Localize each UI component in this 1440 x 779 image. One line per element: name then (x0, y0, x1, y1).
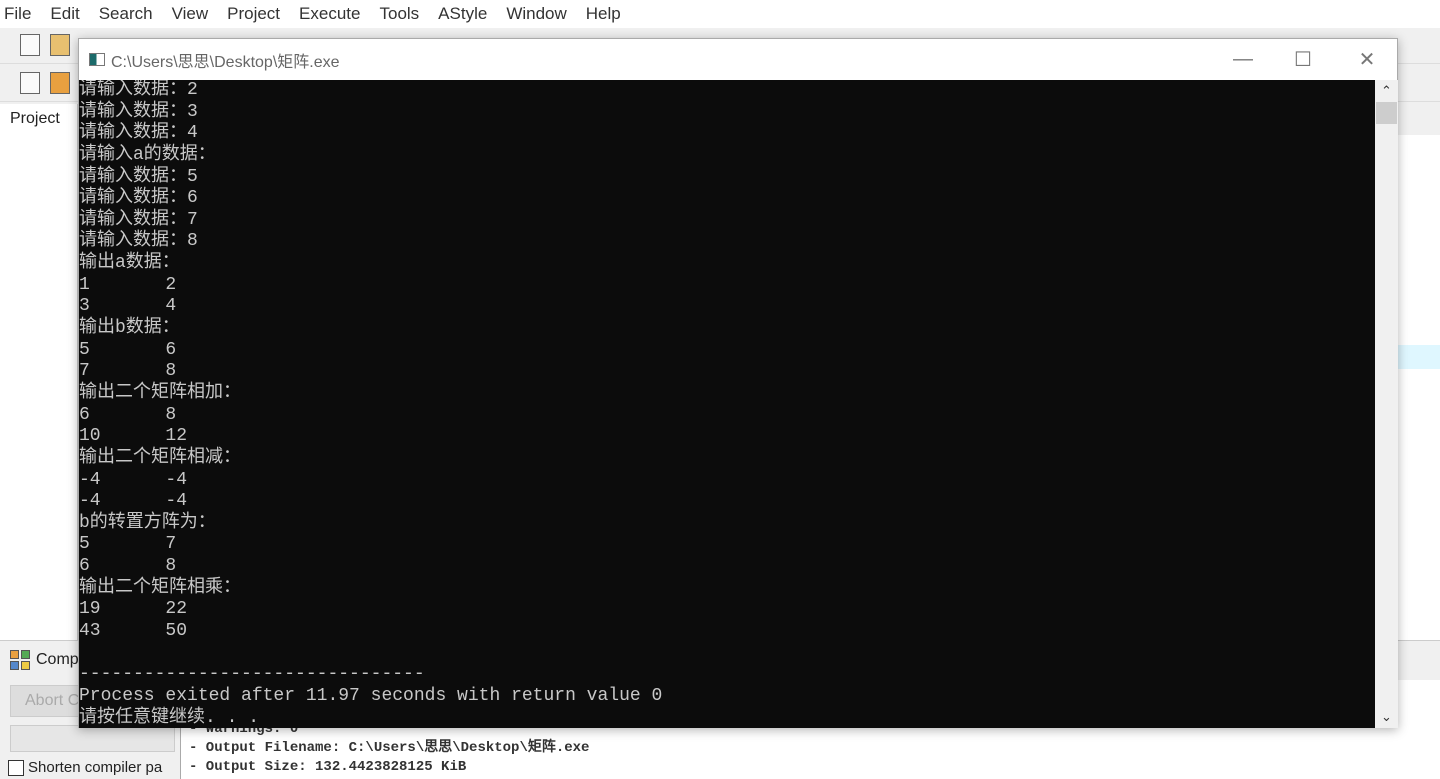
log-line: - Output Filename: C:\Users\思思\Desktop\矩… (189, 740, 590, 756)
console-app-icon (89, 53, 105, 66)
log-line: - Output Size: 132.4423828125 KiB (189, 759, 467, 775)
maximize-button[interactable]: ☐ (1273, 39, 1333, 80)
menu-bar: File Edit Search View Project Execute To… (0, 0, 1440, 28)
console-line: 1 2 (79, 274, 177, 295)
console-line: 请输入数据：5 (79, 166, 198, 187)
console-scrollbar[interactable]: ⌃ ⌄ (1375, 80, 1398, 728)
progress-bar (10, 725, 175, 752)
console-line: 请按任意键继续. . . (79, 707, 260, 728)
project-pane (0, 104, 78, 640)
tab-compiler[interactable]: Comp (10, 650, 79, 670)
tab-project[interactable]: Project (0, 104, 70, 132)
menu-help[interactable]: Help (586, 4, 621, 24)
console-line: 5 7 (79, 534, 177, 555)
menu-search[interactable]: Search (99, 4, 153, 24)
console-line: 3 4 (79, 296, 177, 317)
console-line: 输出二个矩阵相减： (79, 447, 241, 468)
console-line: 43 50 (79, 621, 188, 642)
console-line: 10 12 (79, 426, 188, 447)
open-file-icon[interactable] (50, 34, 70, 56)
console-line: 5 6 (79, 339, 177, 360)
menu-file[interactable]: File (4, 4, 31, 24)
console-line: 输出二个矩阵相乘： (79, 577, 241, 598)
compiler-grid-icon (10, 650, 30, 670)
checkbox-box[interactable] (8, 759, 24, 776)
scroll-down-icon[interactable]: ⌄ (1375, 706, 1398, 728)
menu-astyle[interactable]: AStyle (438, 4, 487, 24)
menu-window[interactable]: Window (506, 4, 566, 24)
scroll-thumb[interactable] (1376, 102, 1397, 124)
console-line: 请输入数据：6 (79, 188, 198, 209)
console-line: Process exited after 11.97 seconds with … (79, 685, 663, 706)
console-line: 6 8 (79, 404, 177, 425)
goto-icon[interactable] (50, 72, 70, 94)
console-line: 7 8 (79, 361, 177, 382)
console-titlebar[interactable]: C:\Users\思思\Desktop\矩阵.exe — ☐ ✕ (79, 39, 1397, 80)
console-line: 请输入a的数据： (79, 144, 216, 165)
menu-execute[interactable]: Execute (299, 4, 360, 24)
tab-compiler-label: Comp (36, 651, 79, 668)
console-line: 输出a数据： (79, 253, 180, 274)
console-output: 请输入数据：2 请输入数据：3 请输入数据：4 请输入a的数据： 请输入数据：5 请输入数… (79, 80, 1375, 728)
console-line: 请输入数据：7 (79, 209, 198, 230)
console-line: -------------------------------- (79, 664, 425, 685)
console-line: 输出b数据： (79, 318, 180, 339)
console-line: 请输入数据：4 (79, 123, 198, 144)
console-line: 输出二个矩阵相加： (79, 382, 241, 403)
console-line: 请输入数据：8 (79, 231, 198, 252)
console-line: 请输入数据：2 (79, 80, 198, 100)
console-window: C:\Users\思思\Desktop\矩阵.exe — ☐ ✕ 请输入数据：2… (78, 38, 1398, 728)
console-line: -4 -4 (79, 491, 188, 512)
editor-area (1398, 135, 1440, 640)
console-line: 19 22 (79, 599, 188, 620)
close-button[interactable]: ✕ (1337, 39, 1397, 80)
console-line: b的转置方阵为： (79, 512, 216, 533)
scroll-up-icon[interactable]: ⌃ (1375, 80, 1398, 102)
highlighted-line (1398, 345, 1440, 369)
new-file-icon[interactable] (20, 34, 40, 56)
console-title: C:\Users\思思\Desktop\矩阵.exe (111, 53, 340, 71)
minimize-button[interactable]: — (1213, 39, 1273, 80)
shorten-label: Shorten compiler pa (28, 759, 163, 776)
menu-edit[interactable]: Edit (50, 4, 79, 24)
menu-view[interactable]: View (172, 4, 209, 24)
menu-project[interactable]: Project (227, 4, 280, 24)
shorten-paths-checkbox[interactable]: Shorten compiler pa (8, 759, 162, 776)
console-line: 6 8 (79, 556, 177, 577)
menu-tools[interactable]: Tools (379, 4, 419, 24)
console-line: 请输入数据：3 (79, 101, 198, 122)
console-line: -4 -4 (79, 469, 188, 490)
insert-icon[interactable] (20, 72, 40, 94)
